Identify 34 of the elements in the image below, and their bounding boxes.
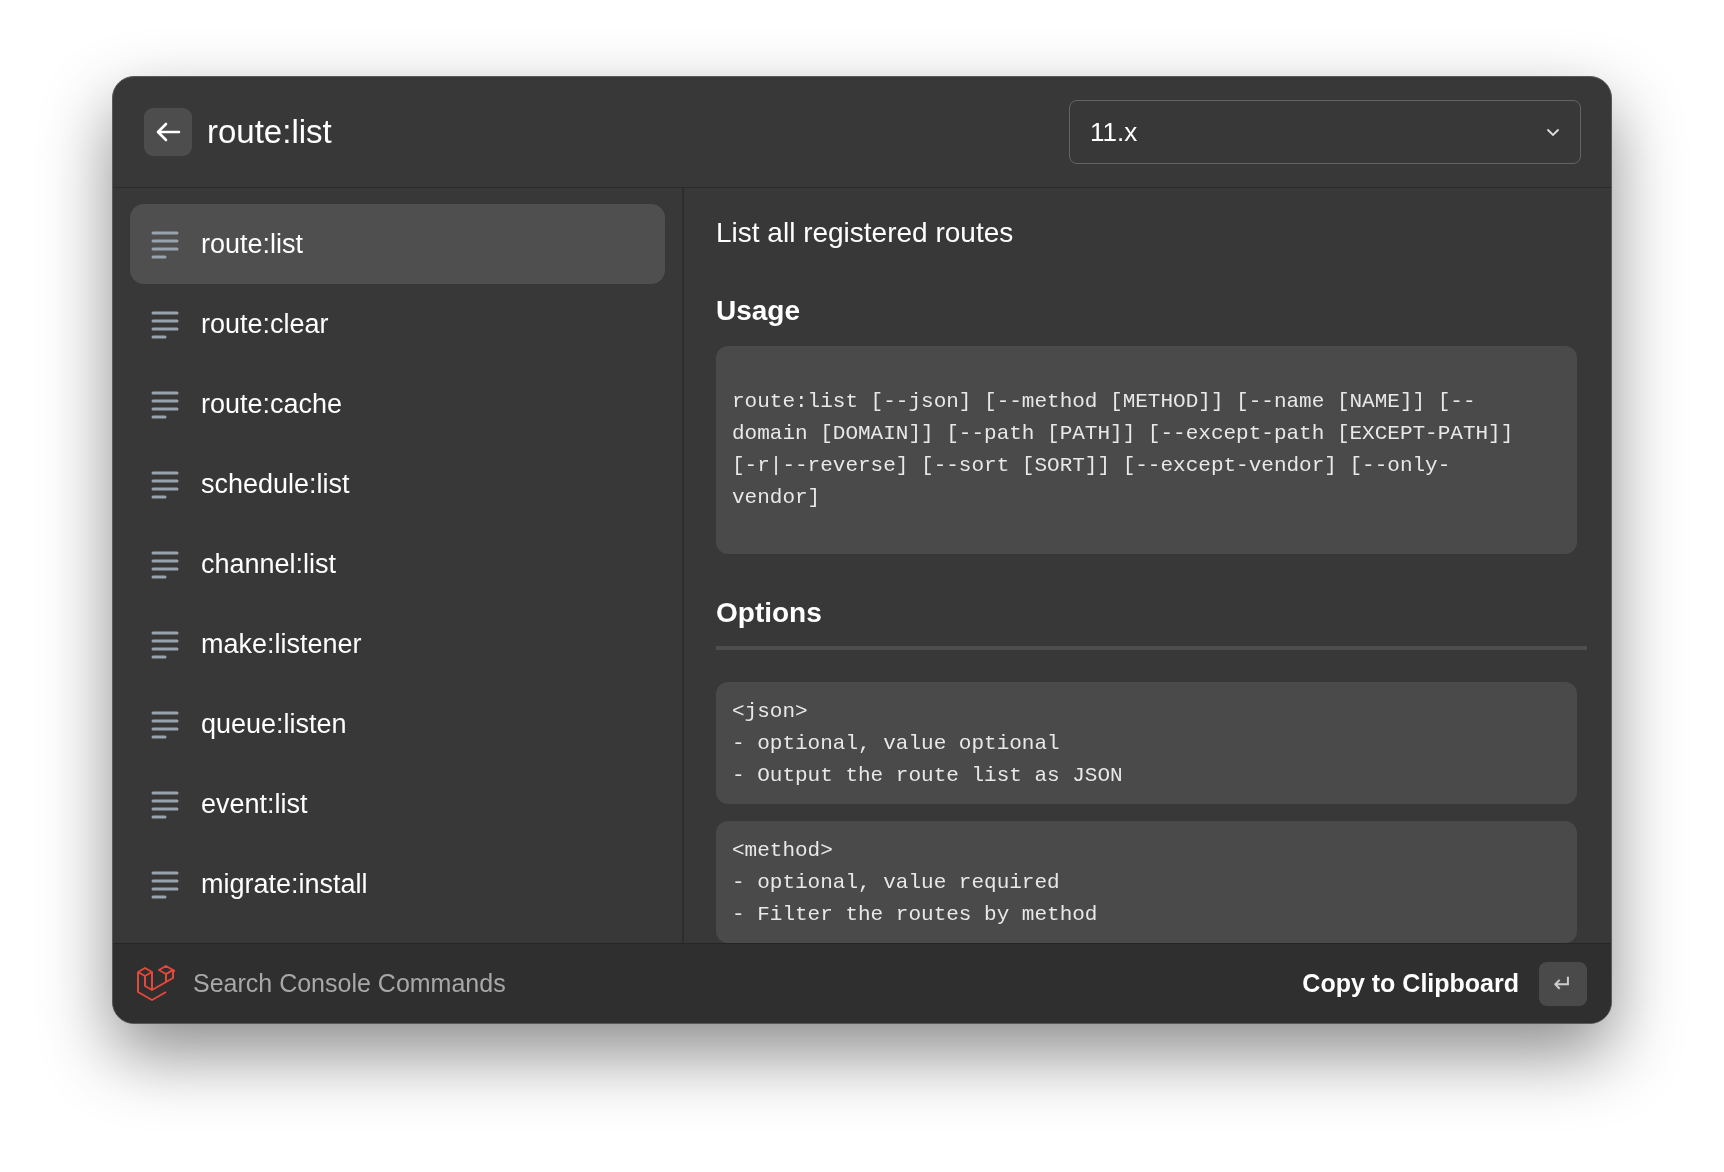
command-list-item[interactable]: queue:listen [130,684,665,764]
text-lines-icon [150,789,180,819]
text-lines-icon [150,709,180,739]
search-field[interactable]: route:list [207,113,507,151]
command-list-item[interactable]: make:listener [130,604,665,684]
text-lines-icon [150,389,180,419]
usage-code-block: route:list [--json] [--method [METHOD]] [--name [NAME]] [-- domain [DOMAIN]] [--path [PATH]] [--except-path [EXCEPT-PATH]] [-r|--reverse] [--sort [SORT]] [--except-vendor] [--only- vendor] [716,346,1577,554]
text-lines-icon [150,629,180,659]
text-lines-icon [150,549,180,579]
command-description: List all registered routes [716,216,1015,250]
back-button[interactable] [144,108,192,156]
text-lines-icon [150,229,180,259]
text-lines-icon [150,869,180,899]
footer-title: Search Console Commands [193,969,506,998]
command-list-item[interactable]: migrate:install [130,844,665,924]
command-list-item[interactable]: route:list [130,204,665,284]
option-code-block: <method> - optional, value required - Filter the routes by method [716,821,1577,943]
command-list-item[interactable]: route:clear [130,284,665,364]
chevron-down-icon [1546,127,1560,137]
back-arrow-icon [155,122,181,142]
command-list-item[interactable]: schedule:list [130,444,665,524]
text-lines-icon [150,469,180,499]
command-list-item[interactable]: channel:list [130,524,665,604]
command-list-item[interactable]: route:cache [130,364,665,444]
version-dropdown[interactable]: 11.x [1069,100,1581,164]
cube-logo-icon [135,963,175,1004]
return-key-button[interactable]: ↵ [1539,961,1587,1006]
text-lines-icon [150,309,180,339]
command-list-item[interactable]: event:list [130,764,665,844]
version-value: 11.x [1090,116,1138,148]
option-code-block: <json> - optional, value optional - Output the route list as JSON [716,682,1577,804]
usage-heading: Usage [716,294,802,328]
copy-to-clipboard-button[interactable]: Copy to Clipboard [1302,969,1519,998]
options-heading: Options [716,596,823,630]
